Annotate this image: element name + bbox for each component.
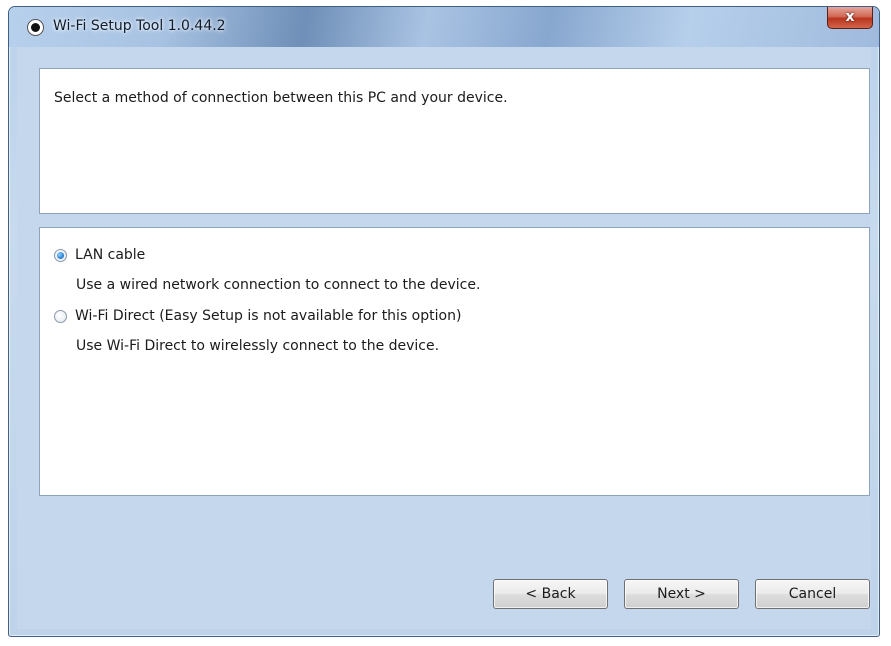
wifi-direct-label[interactable]: Wi-Fi Direct (Easy Setup is not availabl… xyxy=(75,308,461,324)
lan-cable-radio[interactable] xyxy=(54,248,67,262)
title-bar[interactable]: Wi-Fi Setup Tool 1.0.44.2 x xyxy=(9,7,879,47)
app-icon xyxy=(27,19,44,36)
close-button[interactable]: x xyxy=(827,7,873,29)
lan-cable-label[interactable]: LAN cable xyxy=(75,247,145,263)
instruction-text: Select a method of connection between th… xyxy=(54,90,508,106)
window-title: Wi-Fi Setup Tool 1.0.44.2 xyxy=(53,18,226,34)
next-button[interactable]: Next > xyxy=(624,579,739,609)
lan-cable-description: Use a wired network connection to connec… xyxy=(76,277,481,293)
wifi-direct-description: Use Wi-Fi Direct to wirelessly connect t… xyxy=(76,338,440,354)
cancel-button[interactable]: Cancel xyxy=(755,579,870,609)
wifi-setup-window: Wi-Fi Setup Tool 1.0.44.2 x Select a met… xyxy=(8,6,880,637)
back-button[interactable]: < Back xyxy=(493,579,608,609)
wifi-direct-radio[interactable] xyxy=(54,309,67,323)
option-lan-cable[interactable]: LAN cable xyxy=(54,244,145,266)
option-wifi-direct[interactable]: Wi-Fi Direct (Easy Setup is not availabl… xyxy=(54,305,461,327)
connection-options-panel: LAN cable Use a wired network connection… xyxy=(39,227,870,496)
dialog-client-area: Select a method of connection between th… xyxy=(17,47,871,629)
instruction-panel: Select a method of connection between th… xyxy=(39,68,870,214)
